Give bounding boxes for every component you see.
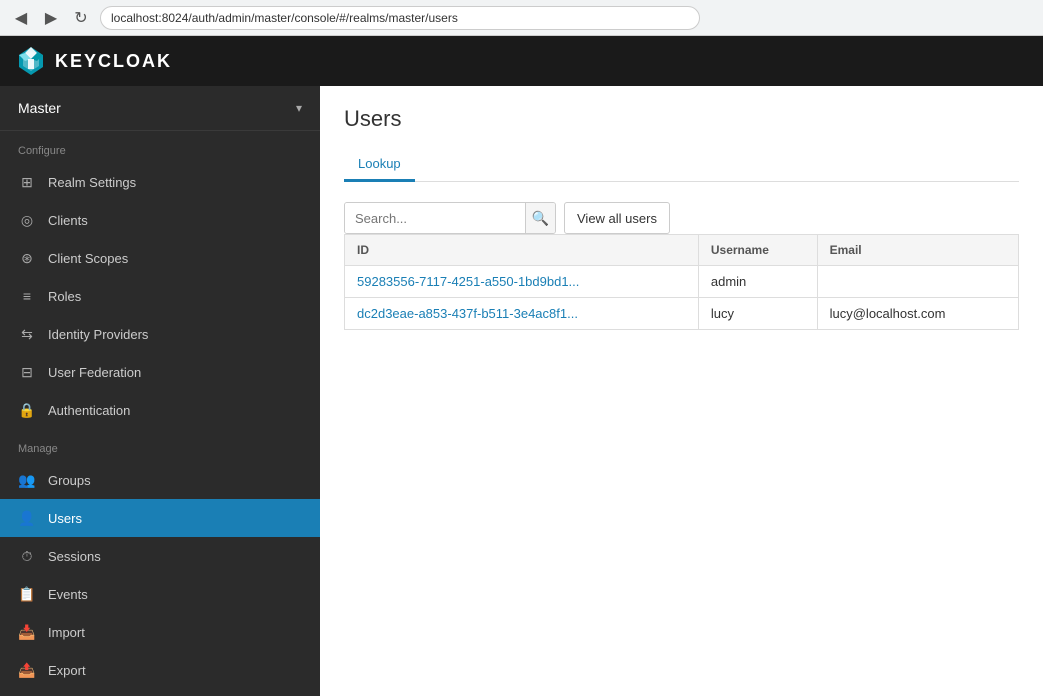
configure-section-label: Configure xyxy=(0,131,320,163)
cell-email: lucy@localhost.com xyxy=(817,298,1018,330)
view-all-users-button[interactable]: View all users xyxy=(564,202,670,234)
events-icon: 📋 xyxy=(18,585,36,603)
col-id: ID xyxy=(345,235,699,266)
table-header: ID Username Email xyxy=(345,235,1019,266)
sidebar-label-users: Users xyxy=(48,511,82,526)
sidebar-label-user-federation: User Federation xyxy=(48,365,141,380)
col-email: Email xyxy=(817,235,1018,266)
cell-id: 59283556-7117-4251-a550-1bd9bd1... xyxy=(345,266,699,298)
address-bar: localhost:8024/auth/admin/master/console… xyxy=(100,6,700,30)
user-federation-icon: ⊟ xyxy=(18,363,36,381)
table-row: 59283556-7117-4251-a550-1bd9bd1... admin xyxy=(345,266,1019,298)
cell-username: admin xyxy=(698,266,817,298)
main-area: Master ▾ Configure Realm Settings ◎ Clie… xyxy=(0,86,1043,696)
roles-icon xyxy=(18,287,36,305)
sidebar-label-events: Events xyxy=(48,587,88,602)
table-row: dc2d3eae-a853-437f-b511-3e4ac8f1... lucy… xyxy=(345,298,1019,330)
cell-id: dc2d3eae-a853-437f-b511-3e4ac8f1... xyxy=(345,298,699,330)
search-input[interactable] xyxy=(345,203,525,233)
user-id-link[interactable]: 59283556-7117-4251-a550-1bd9bd1... xyxy=(357,274,579,289)
table-header-row: ID Username Email xyxy=(345,235,1019,266)
sidebar-item-export[interactable]: 📤 Export xyxy=(0,651,320,689)
sidebar-item-users[interactable]: 👤 Users xyxy=(0,499,320,537)
search-icon: 🔍 xyxy=(532,210,549,227)
sidebar-label-realm-settings: Realm Settings xyxy=(48,175,136,190)
sidebar-item-import[interactable]: 📥 Import xyxy=(0,613,320,651)
sidebar: Master ▾ Configure Realm Settings ◎ Clie… xyxy=(0,86,320,696)
authentication-icon: 🔒 xyxy=(18,401,36,419)
groups-icon: 👥 xyxy=(18,471,36,489)
sidebar-item-authentication[interactable]: 🔒 Authentication xyxy=(0,391,320,429)
search-row: 🔍 View all users xyxy=(344,202,1019,234)
sidebar-label-export: Export xyxy=(48,663,86,678)
back-button[interactable]: ◀ xyxy=(10,7,32,29)
sidebar-label-client-scopes: Client Scopes xyxy=(48,251,128,266)
realm-selector[interactable]: Master ▾ xyxy=(0,86,320,131)
sidebar-label-identity-providers: Identity Providers xyxy=(48,327,148,342)
realm-name: Master xyxy=(18,100,61,116)
keycloak-logo-icon xyxy=(15,45,47,77)
top-bar: KEYCLOAK xyxy=(0,36,1043,86)
sidebar-item-events[interactable]: 📋 Events xyxy=(0,575,320,613)
sidebar-item-user-federation[interactable]: ⊟ User Federation xyxy=(0,353,320,391)
sidebar-label-roles: Roles xyxy=(48,289,81,304)
sidebar-item-groups[interactable]: 👥 Groups xyxy=(0,461,320,499)
cell-username: lucy xyxy=(698,298,817,330)
sidebar-label-authentication: Authentication xyxy=(48,403,130,418)
forward-button[interactable]: ▶ xyxy=(40,7,62,29)
sidebar-item-client-scopes[interactable]: ⊛ Client Scopes xyxy=(0,239,320,277)
identity-providers-icon xyxy=(18,325,36,343)
grid-icon xyxy=(18,173,36,191)
page-title: Users xyxy=(344,106,1019,132)
sidebar-item-identity-providers[interactable]: Identity Providers xyxy=(0,315,320,353)
realm-chevron: ▾ xyxy=(296,101,302,115)
export-icon: 📤 xyxy=(18,661,36,679)
sidebar-label-sessions: Sessions xyxy=(48,549,101,564)
logo-text: KEYCLOAK xyxy=(55,51,172,72)
clients-icon: ◎ xyxy=(18,211,36,229)
tabs-bar: Lookup xyxy=(344,148,1019,182)
sidebar-item-roles[interactable]: Roles xyxy=(0,277,320,315)
import-icon: 📥 xyxy=(18,623,36,641)
app-container: KEYCLOAK Master ▾ Configure Realm Settin… xyxy=(0,36,1043,696)
search-input-wrapper: 🔍 xyxy=(344,202,556,234)
users-table: ID Username Email 59283556-7117-4251-a55… xyxy=(344,234,1019,330)
table-body: 59283556-7117-4251-a550-1bd9bd1... admin… xyxy=(345,266,1019,330)
browser-chrome: ◀ ▶ ↻ localhost:8024/auth/admin/master/c… xyxy=(0,0,1043,36)
sessions-icon: ⏱ xyxy=(18,547,36,565)
search-button[interactable]: 🔍 xyxy=(525,203,555,233)
sidebar-label-groups: Groups xyxy=(48,473,91,488)
refresh-button[interactable]: ↻ xyxy=(70,7,92,29)
sidebar-label-clients: Clients xyxy=(48,213,88,228)
user-id-link[interactable]: dc2d3eae-a853-437f-b511-3e4ac8f1... xyxy=(357,306,578,321)
sidebar-label-import: Import xyxy=(48,625,85,640)
sidebar-item-realm-settings[interactable]: Realm Settings xyxy=(0,163,320,201)
content-area: Users Lookup 🔍 View all users ID Usern xyxy=(320,86,1043,696)
client-scopes-icon: ⊛ xyxy=(18,249,36,267)
manage-section-label: Manage xyxy=(0,429,320,461)
users-icon: 👤 xyxy=(18,509,36,527)
col-username: Username xyxy=(698,235,817,266)
logo: KEYCLOAK xyxy=(15,45,172,77)
sidebar-item-clients[interactable]: ◎ Clients xyxy=(0,201,320,239)
sidebar-item-sessions[interactable]: ⏱ Sessions xyxy=(0,537,320,575)
url-text: localhost:8024/auth/admin/master/console… xyxy=(111,11,458,25)
cell-email xyxy=(817,266,1018,298)
tab-lookup[interactable]: Lookup xyxy=(344,148,415,182)
